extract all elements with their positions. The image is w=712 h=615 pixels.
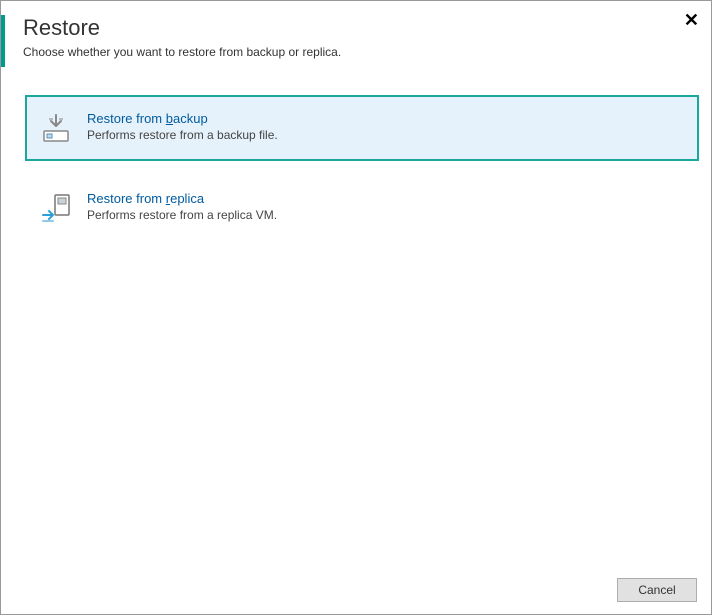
option-title: Restore from backup (87, 111, 683, 126)
option-description: Performs restore from a backup file. (87, 128, 683, 142)
restore-backup-icon (41, 113, 73, 145)
page-title: Restore (23, 15, 689, 41)
close-button[interactable]: ✕ (684, 11, 699, 29)
option-description: Performs restore from a replica VM. (87, 208, 683, 222)
option-title: Restore from replica (87, 191, 683, 206)
restore-dialog: ✕ Restore Choose whether you want to res… (0, 0, 712, 615)
cancel-button[interactable]: Cancel (617, 578, 697, 602)
page-subtitle: Choose whether you want to restore from … (23, 45, 689, 59)
dialog-footer: Cancel (1, 568, 711, 614)
options-body: Restore from backup Performs restore fro… (1, 77, 711, 568)
restore-replica-icon (41, 193, 73, 225)
restore-from-replica-option[interactable]: Restore from replica Performs restore fr… (25, 175, 699, 241)
restore-from-backup-option[interactable]: Restore from backup Performs restore fro… (25, 95, 699, 161)
dialog-header: ✕ Restore Choose whether you want to res… (1, 1, 711, 77)
option-texts: Restore from replica Performs restore fr… (87, 191, 683, 222)
option-texts: Restore from backup Performs restore fro… (87, 111, 683, 142)
